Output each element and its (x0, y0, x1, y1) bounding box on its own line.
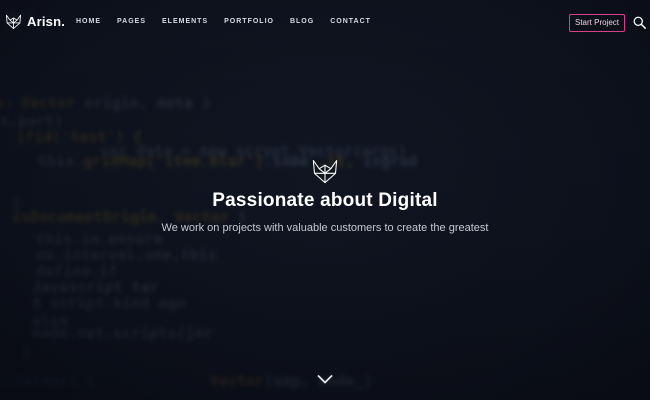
code-line: nstainer( { (0, 372, 96, 390)
start-project-button[interactable]: Start Project (569, 14, 625, 32)
code-line: define.if (36, 262, 118, 280)
code-line: ifid('test') { (16, 128, 143, 146)
code-line: var data = new scrypt.Vector(args) (100, 142, 408, 160)
fox-head-icon (5, 14, 22, 30)
nav-item-elements[interactable]: ELEMENTS (162, 17, 208, 27)
chevron-down-icon[interactable] (317, 374, 333, 385)
top-navbar: Arisn. HOME PAGES ELEMENTS PORTFOLIO BLO… (0, 0, 650, 46)
code-line: else (32, 312, 69, 330)
fox-head-icon (312, 159, 338, 184)
code-line: on.interval.one,this (36, 246, 217, 264)
code-line: node.set.scripts(jnr (32, 324, 213, 342)
nav-item-portfolio[interactable]: PORTFOLIO (224, 17, 274, 27)
code-line: $ script.kind ago (32, 294, 186, 312)
nav-item-home[interactable]: HOME (76, 17, 101, 27)
nav-item-blog[interactable]: BLOG (290, 17, 314, 27)
code-line: this.gridMap['item.blur'].some ,it, isgr… (38, 152, 418, 170)
hero-title: Passionate about Digital (212, 190, 438, 211)
main-menu: HOME PAGES ELEMENTS PORTFOLIO BLOG CONTA… (76, 17, 387, 27)
nav-item-contact[interactable]: CONTACT (330, 17, 371, 27)
code-line: Vector(map, mode_) (210, 372, 373, 390)
brand-name: Arisn. (27, 14, 66, 29)
hero-page: 9(), e: Vector origin, meta ) s.port) if… (0, 0, 650, 400)
code-line: Javascript tar (32, 278, 159, 296)
hero-subtitle: We work on projects with valuable custom… (161, 222, 489, 234)
nav-item-pages[interactable]: PAGES (117, 17, 146, 27)
code-line: s.port) (0, 112, 64, 130)
code-line: e: Vector origin, meta ) (0, 94, 211, 112)
brand-logo[interactable]: Arisn. (5, 13, 65, 30)
search-icon[interactable] (633, 16, 646, 29)
code-line: } (22, 344, 32, 362)
